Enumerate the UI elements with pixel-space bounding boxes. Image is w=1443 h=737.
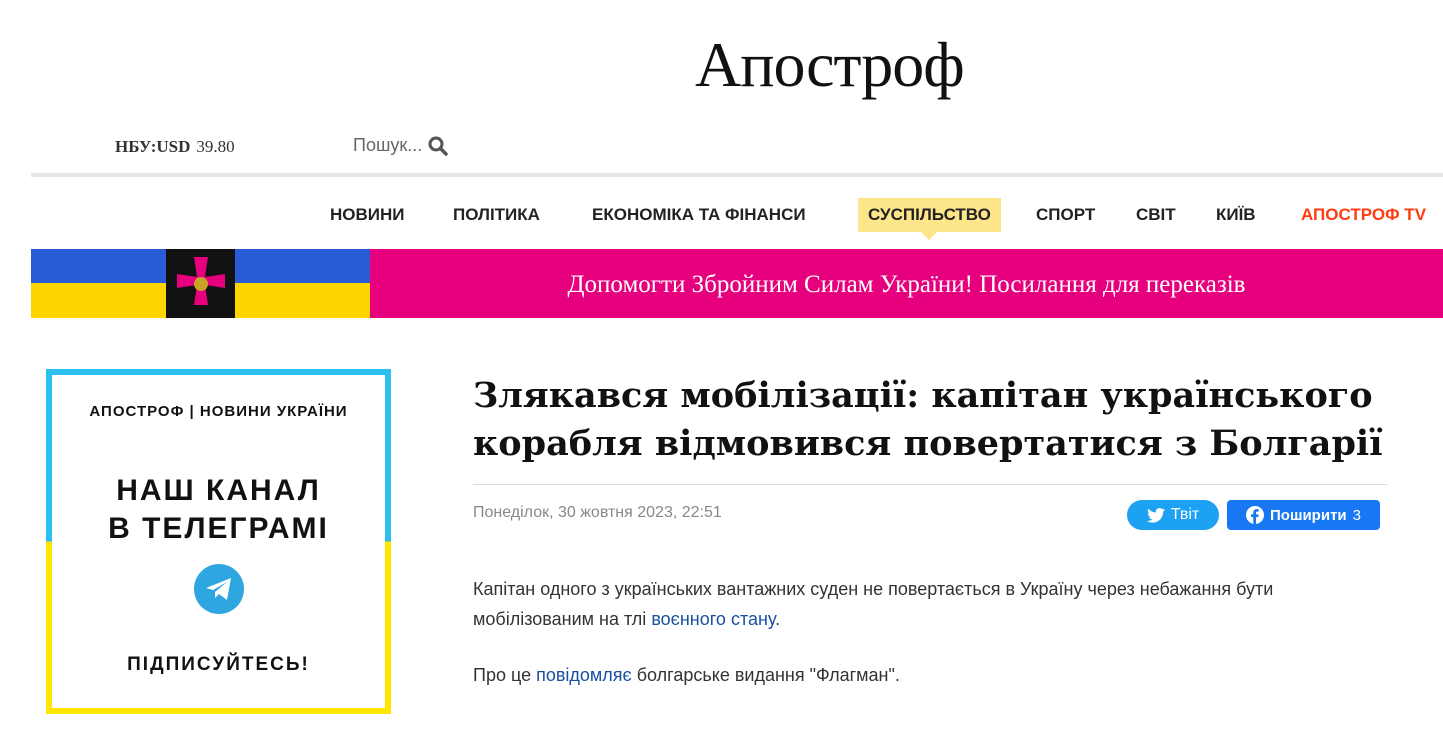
telegram-promo[interactable]: АПОСТРОФ | НОВИНИ УКРАЇНИ НАШ КАНАЛ В ТЕЛ… [46, 369, 391, 714]
nav-item-news[interactable]: НОВИНИ [320, 198, 415, 232]
promo-header: АПОСТРОФ | НОВИНИ УКРАЇНИ [89, 403, 348, 420]
currency-rate: НБУ:USD 39.80 [115, 137, 235, 157]
title-divider [473, 484, 1388, 485]
tweet-button[interactable]: Твіт [1127, 500, 1219, 530]
site-logo[interactable]: Апостроф [695, 28, 965, 102]
article-paragraph: Про це повідомляє болгарське видання "Фл… [473, 660, 1373, 690]
armed-forces-emblem-icon [166, 249, 235, 318]
donate-banner[interactable]: Допомогти Збройним Силам України! Посила… [31, 249, 1443, 318]
rate-value: 39.80 [196, 137, 235, 156]
facebook-share-button[interactable]: Поширити 3 [1227, 500, 1380, 530]
search-box[interactable]: Пошук... [353, 135, 449, 156]
nav-item-economy[interactable]: ЕКОНОМІКА ТА ФІНАНСИ [582, 198, 816, 232]
nav-item-world[interactable]: СВІТ [1126, 198, 1186, 232]
ukraine-flag [31, 249, 370, 318]
article-date: Понеділок, 30 жовтня 2023, 22:51 [473, 504, 722, 521]
promo-line1: НАШ КАНАЛ [116, 474, 321, 507]
nav-item-politics[interactable]: ПОЛІТИКА [443, 198, 550, 232]
facebook-icon [1246, 506, 1265, 524]
paragraph-text: Про це [473, 665, 537, 685]
search-icon[interactable] [428, 136, 449, 156]
paragraph-text: Капітан одного з українських вантажних с… [473, 579, 1274, 629]
promo-line2: В ТЕЛЕГРАМІ [108, 512, 329, 545]
nav-item-society[interactable]: СУСПІЛЬСТВО [858, 198, 1001, 240]
tweet-label: Твіт [1170, 506, 1200, 523]
header-divider [31, 173, 1443, 177]
nav-item-sport[interactable]: СПОРТ [1026, 198, 1105, 232]
search-placeholder[interactable]: Пошук... [353, 135, 422, 156]
nav-item-kyiv[interactable]: КИЇВ [1206, 198, 1266, 232]
martial-law-link[interactable]: воєнного стану [651, 609, 775, 629]
article-paragraph: Капітан одного з українських вантажних с… [473, 574, 1373, 634]
subscribe-text: ПІДПИСУЙТЕСЬ! [127, 654, 310, 675]
banner-text[interactable]: Допомогти Збройним Силам України! Посила… [370, 249, 1443, 318]
article-title: Злякався мобілізації: капітан українсько… [473, 375, 1383, 464]
telegram-icon [193, 564, 244, 614]
paragraph-text: болгарське видання "Флагман". [631, 665, 900, 685]
paragraph-text: . [775, 609, 781, 629]
source-link[interactable]: повідомляє [536, 665, 632, 685]
share-count: 3 [1352, 506, 1361, 524]
twitter-icon [1146, 507, 1165, 523]
nav-item-tv[interactable]: АПОСТРОФ TV [1291, 198, 1436, 232]
share-label: Поширити [1270, 506, 1347, 524]
main-nav: НОВИНИ ПОЛІТИКА ЕКОНОМІКА ТА ФІНАНСИ СУС… [0, 198, 1443, 240]
rate-label: НБУ:USD [115, 137, 191, 156]
